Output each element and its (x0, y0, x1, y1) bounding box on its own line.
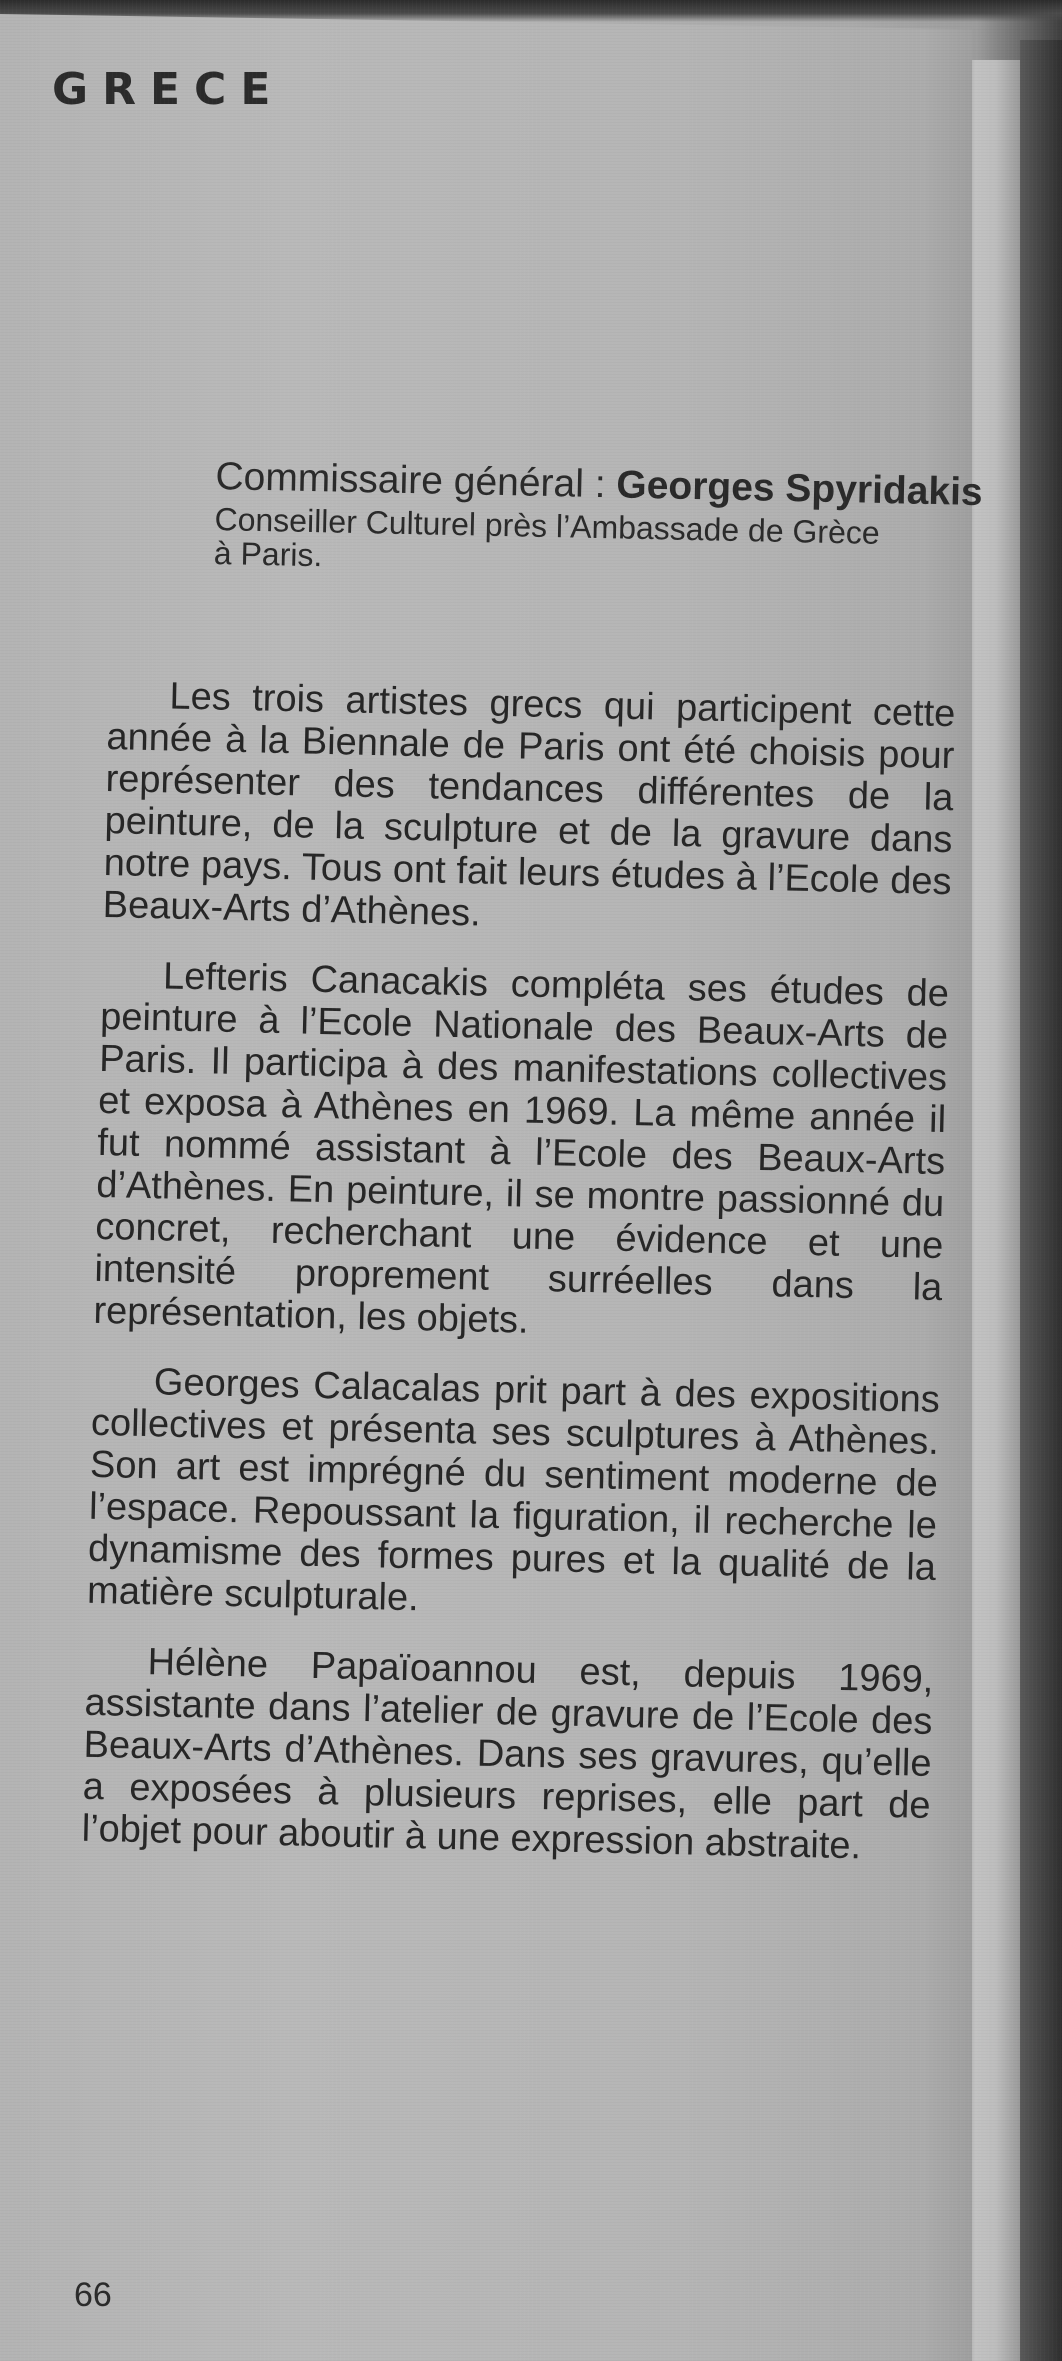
country-heading: GRECE (52, 64, 285, 115)
book-photo: GRECE Commissaire général : Georges Spyr… (0, 0, 1062, 2361)
book-edge (1020, 40, 1062, 2361)
paragraph-calacalas: Georges Calacalas prit part à des exposi… (86, 1361, 941, 1620)
commissaire-block: Commissaire général : Georges Spyridakis… (214, 452, 984, 586)
paragraph-canacakis: Lefteris Canacakis compléta ses études d… (93, 955, 950, 1342)
commissaire-name: Georges Spyridakis (615, 463, 984, 515)
paragraph-intro: Les trois artistes grecs qui participent… (102, 675, 956, 935)
body-text: Les trois artistes grecs qui participent… (81, 674, 956, 1897)
commissaire-label: Commissaire général : (215, 454, 606, 507)
page-number: 66 (74, 2276, 112, 2314)
paragraph-papaioannou: Hélène Papaïoannou est, depuis 1969, ass… (81, 1641, 934, 1868)
